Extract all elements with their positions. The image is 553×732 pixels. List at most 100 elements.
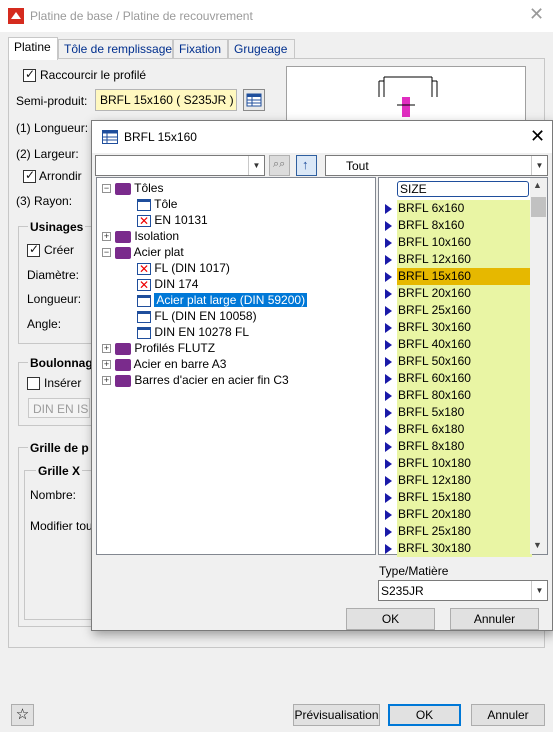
chevron-down-icon: ▼: [531, 581, 547, 600]
size-list-item[interactable]: BRFL 30x180: [397, 540, 532, 557]
size-list-item[interactable]: BRFL 15x160: [397, 268, 532, 285]
expand-icon[interactable]: +: [102, 344, 111, 353]
raccourcir-checkbox[interactable]: [23, 67, 36, 82]
table-icon: [137, 326, 151, 339]
list-scrollbar[interactable]: ▲ ▼: [530, 178, 547, 554]
tree-item[interactable]: Tôles: [115, 180, 163, 196]
size-list-item[interactable]: BRFL 6x180: [397, 421, 532, 438]
up-button[interactable]: ↑: [296, 155, 317, 176]
largeur-label: (2) Largeur:: [16, 147, 79, 161]
tree-label: Acier en barre A3: [133, 357, 227, 371]
creer-label: Créer: [44, 243, 75, 257]
tree-item[interactable]: Acier plat: [115, 244, 184, 260]
tree-item[interactable]: FL (DIN EN 10058): [137, 308, 257, 324]
chevron-down-icon[interactable]: ▼: [533, 540, 542, 550]
size-list-item[interactable]: BRFL 25x180: [397, 523, 532, 540]
diametre-label: Diamètre:: [27, 268, 80, 282]
tab-fixation[interactable]: Fixation: [173, 39, 228, 59]
angle-label: Angle:: [27, 317, 62, 331]
size-list-item[interactable]: BRFL 20x180: [397, 506, 532, 523]
size-list-item[interactable]: BRFL 12x180: [397, 472, 532, 489]
tab-grugeage[interactable]: Grugeage: [228, 39, 295, 59]
tree-item[interactable]: ✕ DIN 174: [137, 276, 198, 292]
chevron-up-icon[interactable]: ▲: [533, 180, 542, 190]
tree-item[interactable]: Acier en barre A3: [115, 356, 226, 372]
size-column-header[interactable]: SIZE: [397, 181, 529, 197]
tree-item[interactable]: ✕ FL (DIN 1017): [137, 260, 230, 276]
bullet-icon: [385, 425, 392, 435]
semi-produit-field[interactable]: BRFL 15x160 ( S235JR ): [95, 89, 237, 111]
arrondir-checkbox[interactable]: [23, 168, 36, 183]
longueur2-label: Longueur:: [27, 292, 82, 306]
size-list-item[interactable]: BRFL 10x160: [397, 234, 532, 251]
inserer-checkbox[interactable]: [27, 377, 40, 390]
filter-combo[interactable]: Tout ▼: [325, 155, 548, 176]
size-list-item[interactable]: BRFL 60x160: [397, 370, 532, 387]
bullet-icon: [385, 493, 392, 503]
preview-button[interactable]: Prévisualisation: [293, 704, 380, 726]
scroll-thumb[interactable]: [531, 197, 546, 217]
size-list-item[interactable]: BRFL 8x160: [397, 217, 532, 234]
tab-tole-remplissage[interactable]: Tôle de remplissage: [58, 39, 173, 59]
expand-icon[interactable]: +: [102, 376, 111, 385]
tree-item[interactable]: Isolation: [115, 228, 179, 244]
size-list-item[interactable]: BRFL 25x160: [397, 302, 532, 319]
size-list-item[interactable]: BRFL 10x180: [397, 455, 532, 472]
dialog-cancel-button[interactable]: Annuler: [450, 608, 539, 630]
close-icon[interactable]: ✕: [529, 4, 544, 25]
category-tree[interactable]: − Tôles Tôle ✕ EN 10131 + Isolation − Ac…: [96, 177, 376, 555]
bullet-icon: [385, 459, 392, 469]
tree-item[interactable]: Barres d'acier en acier fin C3: [115, 372, 289, 388]
bullet-icon: [385, 527, 392, 537]
tree-label: DIN EN 10278 FL: [154, 325, 250, 339]
size-list-item[interactable]: BRFL 12x160: [397, 251, 532, 268]
tree-item[interactable]: Tôle: [137, 196, 177, 212]
size-list-item[interactable]: BRFL 40x160: [397, 336, 532, 353]
tree-item[interactable]: DIN EN 10278 FL: [137, 324, 249, 340]
tree-item-selected[interactable]: Acier plat large (DIN 59200): [137, 292, 308, 308]
creer-checkbox[interactable]: [27, 242, 40, 257]
book-icon: [115, 358, 131, 371]
size-list-item[interactable]: BRFL 80x160: [397, 387, 532, 404]
window-title: Platine de base / Platine de recouvremen…: [30, 9, 253, 23]
din-iso-button[interactable]: DIN EN ISO: [28, 398, 90, 418]
table-icon: [246, 93, 262, 107]
filter-value: Tout: [346, 159, 369, 173]
tree-item[interactable]: ✕ EN 10131: [137, 212, 208, 228]
size-list-item[interactable]: BRFL 6x160: [397, 200, 532, 217]
tree-label: DIN 174: [154, 277, 199, 291]
raccourcir-label: Raccourcir le profilé: [40, 68, 147, 82]
cancel-button[interactable]: Annuler: [471, 704, 545, 726]
size-list-item[interactable]: BRFL 50x160: [397, 353, 532, 370]
favorite-button[interactable]: ☆: [11, 704, 34, 726]
tree-item[interactable]: Profilés FLUTZ: [115, 340, 215, 356]
size-list-item[interactable]: BRFL 8x180: [397, 438, 532, 455]
collapse-icon[interactable]: −: [102, 184, 111, 193]
table-x-icon: ✕: [137, 261, 151, 276]
search-button[interactable]: ⌕⌕: [269, 155, 290, 176]
expand-icon[interactable]: +: [102, 232, 111, 241]
collapse-icon[interactable]: −: [102, 248, 111, 257]
profile-drawing: [378, 76, 438, 117]
size-list-item[interactable]: BRFL 15x180: [397, 489, 532, 506]
expand-icon[interactable]: +: [102, 360, 111, 369]
size-list-item[interactable]: BRFL 30x160: [397, 319, 532, 336]
book-icon: [115, 246, 131, 259]
size-list-item[interactable]: BRFL 20x160: [397, 285, 532, 302]
arrondir-label: Arrondir: [39, 169, 82, 183]
type-combo[interactable]: S235JR ▼: [378, 580, 548, 601]
size-list-item[interactable]: BRFL 5x180: [397, 404, 532, 421]
dialog-close-icon[interactable]: ✕: [530, 126, 545, 147]
tab-platine[interactable]: Platine: [8, 37, 58, 60]
tree-label: Barres d'acier en acier fin C3: [134, 373, 289, 387]
book-icon: [115, 342, 131, 355]
path-combo[interactable]: ▼: [95, 155, 265, 176]
modifier-label: Modifier tou: [30, 519, 93, 533]
size-list[interactable]: SIZE BRFL 6x160 BRFL 8x160 BRFL 10x160 BRFL…: [378, 177, 548, 557]
bullet-icon: [385, 442, 392, 452]
ok-button[interactable]: OK: [388, 704, 461, 726]
table-icon: [137, 198, 151, 211]
grille-title: Grille de p: [28, 441, 91, 455]
catalog-button[interactable]: [243, 89, 265, 111]
dialog-ok-button[interactable]: OK: [346, 608, 435, 630]
